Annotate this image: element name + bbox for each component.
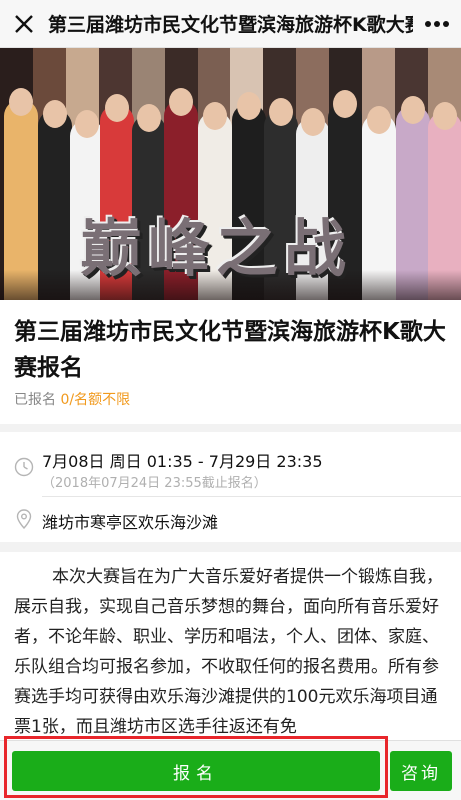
divider — [42, 496, 461, 497]
registration-deadline: （2018年07月24日 23:55截止报名） — [42, 476, 267, 491]
more-icon — [425, 20, 449, 27]
registered-label: 已报名 — [14, 392, 61, 408]
more-button[interactable] — [413, 0, 461, 48]
schedule-card: 7月08日 周日 01:35 - 7月29日 23:35 （2018年07月24… — [0, 432, 461, 542]
page-title: 第三届潍坊市民文化节暨滨海旅游杯K歌大赛报名 — [48, 14, 413, 36]
signup-button[interactable]: 报名 — [12, 751, 380, 791]
event-title: 第三届潍坊市民文化节暨滨海旅游杯K歌大赛报名 — [14, 319, 446, 381]
description-text: 本次大赛旨在为广大音乐爱好者提供一个锻炼自我，展示自我，实现自己音乐梦想的舞台，… — [14, 567, 443, 737]
top-navigation-bar: 第三届潍坊市民文化节暨滨海旅游杯K歌大赛报名 — [0, 0, 461, 48]
event-location[interactable]: 潍坊市寒亭区欢乐海沙滩 — [42, 509, 218, 533]
clock-icon — [14, 457, 34, 477]
location-pin-icon — [16, 509, 32, 529]
close-icon — [15, 14, 33, 33]
banner-slogan: 巅峰之战 — [80, 212, 353, 285]
consult-button[interactable]: 咨询 — [390, 751, 452, 791]
event-banner-image: 巅峰之战 — [0, 48, 461, 300]
quota-text: /名额不限 — [69, 392, 131, 408]
close-button[interactable] — [0, 0, 48, 48]
registration-status: 已报名 0/名额不限 — [14, 389, 130, 409]
event-time-range: 7月08日 周日 01:35 - 7月29日 23:35 — [42, 452, 323, 471]
bottom-action-bar: 报名 咨询 — [0, 740, 461, 800]
event-info-card: 第三届潍坊市民文化节暨滨海旅游杯K歌大赛报名 已报名 0/名额不限 — [0, 300, 461, 424]
